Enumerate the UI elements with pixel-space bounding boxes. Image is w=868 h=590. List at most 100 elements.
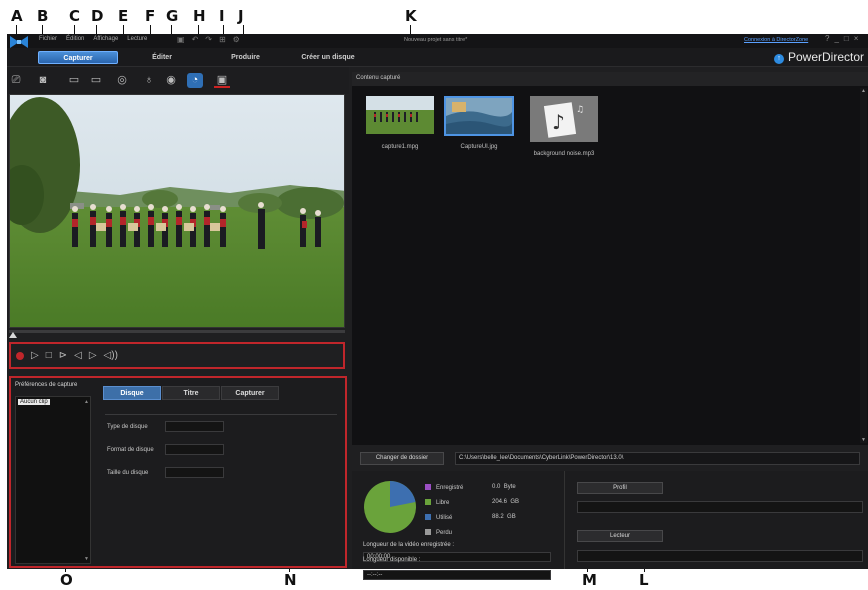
capture-from-mobile-device-icon[interactable]: ▣ bbox=[214, 73, 230, 88]
stop-icon[interactable]: □ bbox=[46, 350, 52, 361]
profile-button[interactable]: Profil bbox=[577, 482, 663, 494]
tab-capturer-prefs[interactable]: Capturer bbox=[221, 386, 279, 400]
help-button[interactable]: ? bbox=[825, 34, 829, 43]
play-icon[interactable]: ▷ bbox=[31, 350, 39, 361]
legend-utilise: Utilisé bbox=[425, 514, 452, 521]
fast-forward-icon[interactable]: ⊳ bbox=[59, 350, 67, 361]
capture-from-hdv-camcorder-icon[interactable]: ◙ bbox=[35, 73, 51, 88]
legend-label: Libre bbox=[436, 500, 450, 506]
callout-a: A bbox=[11, 7, 23, 25]
produce-icon[interactable]: ⊞ bbox=[219, 35, 226, 44]
menu-edition[interactable]: Édition bbox=[66, 36, 84, 42]
callout-n: N bbox=[284, 571, 297, 589]
player-field[interactable] bbox=[577, 550, 863, 562]
scroll-down-icon[interactable]: ▼ bbox=[861, 437, 866, 443]
callout-b: B bbox=[37, 7, 49, 25]
capture-from-dvd-icon[interactable]: ◔ bbox=[187, 73, 203, 88]
scrubber-thumb[interactable] bbox=[9, 332, 17, 338]
powerdirector-logo-icon bbox=[10, 36, 28, 48]
record-icon[interactable] bbox=[16, 351, 24, 360]
image-thumbnail[interactable] bbox=[444, 96, 514, 136]
list-item[interactable]: capture1.mpg bbox=[366, 96, 446, 151]
preview-frame-image bbox=[10, 95, 344, 327]
upgrade-icon[interactable]: ↑ bbox=[774, 54, 784, 64]
svg-text:♪: ♪ bbox=[552, 110, 565, 134]
callout-l: L bbox=[639, 571, 649, 589]
tab-produire[interactable]: Produire bbox=[218, 51, 273, 64]
save-icon[interactable]: ▣ bbox=[177, 35, 185, 44]
list-item[interactable]: ♪ ♫ background noise.mp3 bbox=[530, 96, 610, 157]
menu-lecture[interactable]: Lecture bbox=[127, 36, 147, 42]
callout-h: H bbox=[193, 7, 206, 25]
capture-folder-row: Changer de dossier C:\Users\belle_lee\Do… bbox=[352, 449, 868, 469]
clip-list[interactable]: Aucun clip ▲ ▼ bbox=[15, 396, 91, 564]
settings-icon[interactable]: ⚙ bbox=[233, 35, 240, 44]
capture-from-webcam-icon[interactable]: ◎ bbox=[114, 73, 130, 88]
tab-editer[interactable]: Éditer bbox=[137, 51, 187, 64]
mode-bar: Capturer Éditer Produire Créer un disque… bbox=[7, 48, 868, 67]
legend-swatch bbox=[425, 499, 431, 505]
maximize-button[interactable]: □ bbox=[844, 34, 849, 43]
profile-field[interactable] bbox=[577, 501, 863, 513]
minimize-button[interactable]: _ bbox=[834, 34, 838, 43]
capture-from-digital-tv-icon[interactable]: ▭ bbox=[88, 73, 104, 88]
content-scrollbar[interactable]: ▲ ▼ bbox=[860, 88, 867, 443]
disc-size-field[interactable] bbox=[165, 467, 224, 478]
player-button[interactable]: Lecteur bbox=[577, 530, 663, 542]
video-thumbnail[interactable] bbox=[366, 96, 434, 134]
scroll-up-icon[interactable]: ▲ bbox=[84, 399, 89, 405]
tab-creer-disque[interactable]: Créer un disque bbox=[293, 51, 363, 64]
tab-disque[interactable]: Disque bbox=[103, 386, 161, 400]
timeline-scrubber[interactable] bbox=[9, 330, 345, 333]
brand-name: PowerDirector bbox=[788, 50, 865, 64]
close-button[interactable]: × bbox=[854, 34, 859, 43]
legend-value: 204.6 GB bbox=[492, 499, 520, 505]
disc-format-field[interactable] bbox=[165, 444, 224, 455]
previous-frame-icon[interactable]: ◁ bbox=[74, 350, 82, 361]
quick-toolbar: ▣ ↶ ↷ ⊞ ⚙ bbox=[177, 35, 240, 44]
legend-label: Utilisé bbox=[436, 515, 453, 521]
undo-icon[interactable]: ↶ bbox=[192, 35, 199, 44]
tab-titre[interactable]: Titre bbox=[162, 386, 220, 400]
scroll-up-icon[interactable]: ▲ bbox=[861, 88, 866, 94]
legend-swatch bbox=[425, 514, 431, 520]
next-frame-icon[interactable]: ▷ bbox=[89, 350, 97, 361]
file-name: CaptureUI.jpg bbox=[460, 144, 498, 150]
capture-from-cd-icon[interactable]: ◉ bbox=[163, 73, 179, 88]
legend-perdu: Perdu bbox=[425, 529, 452, 536]
callout-f: F bbox=[145, 7, 156, 25]
legend-value: 0.0 Byte bbox=[492, 484, 516, 490]
playback-controls: ▷ □ ⊳ ◁ ▷ ◁)) bbox=[9, 342, 345, 369]
change-folder-button[interactable]: Changer de dossier bbox=[360, 452, 444, 465]
folder-path-field[interactable]: C:\Users\belle_lee\Documents\CyberLink\P… bbox=[455, 452, 860, 465]
capture-from-tv-icon[interactable]: ▭ bbox=[66, 73, 82, 88]
menu-affichage[interactable]: Affichage bbox=[93, 36, 118, 42]
capture-source-toolbar: ⎚ ◙ ▭ ▭ ◎ ♁ ◉ ◔ ▣ bbox=[7, 67, 349, 94]
music-note-icon: ♪ ♫ bbox=[530, 96, 598, 142]
legend-value: 88.2 GB bbox=[492, 514, 516, 520]
callout-i: I bbox=[219, 7, 225, 25]
volume-icon[interactable]: ◁)) bbox=[104, 350, 118, 361]
scroll-down-icon[interactable]: ▼ bbox=[84, 556, 89, 562]
redo-icon[interactable]: ↷ bbox=[205, 35, 212, 44]
callout-j: J bbox=[238, 7, 244, 25]
disc-format-label: Format de disque bbox=[107, 447, 154, 453]
directorzone-link[interactable]: Connexion à DirectorZone bbox=[744, 37, 808, 43]
list-item[interactable]: CaptureUI.jpg bbox=[444, 96, 524, 151]
callout-d: D bbox=[91, 7, 104, 25]
disc-type-field[interactable] bbox=[165, 421, 224, 432]
audio-thumbnail[interactable]: ♪ ♫ bbox=[530, 96, 598, 142]
tab-capturer[interactable]: Capturer bbox=[38, 51, 118, 64]
legend-enregistre: Enregistré bbox=[425, 484, 463, 491]
menu-fichier[interactable]: Fichier bbox=[39, 36, 57, 42]
disc-type-label: Type de disque bbox=[107, 424, 148, 430]
captured-content-header: Contenu capturé bbox=[352, 72, 868, 86]
recorded-length-label: Longueur de la vidéo enregistrée : bbox=[363, 542, 455, 548]
image-thumbnail-image bbox=[446, 98, 512, 134]
powerdirector-window: Fichier Édition Affichage Lecture ▣ ↶ ↷ … bbox=[7, 34, 868, 569]
capture-from-microphone-icon[interactable]: ♁ bbox=[141, 73, 157, 88]
list-item[interactable]: Aucun clip bbox=[18, 399, 50, 405]
callout-c: C bbox=[69, 7, 81, 25]
capture-from-dv-camcorder-icon[interactable]: ⎚ bbox=[8, 73, 24, 88]
menu-bar: Fichier Édition Affichage Lecture bbox=[39, 36, 147, 42]
